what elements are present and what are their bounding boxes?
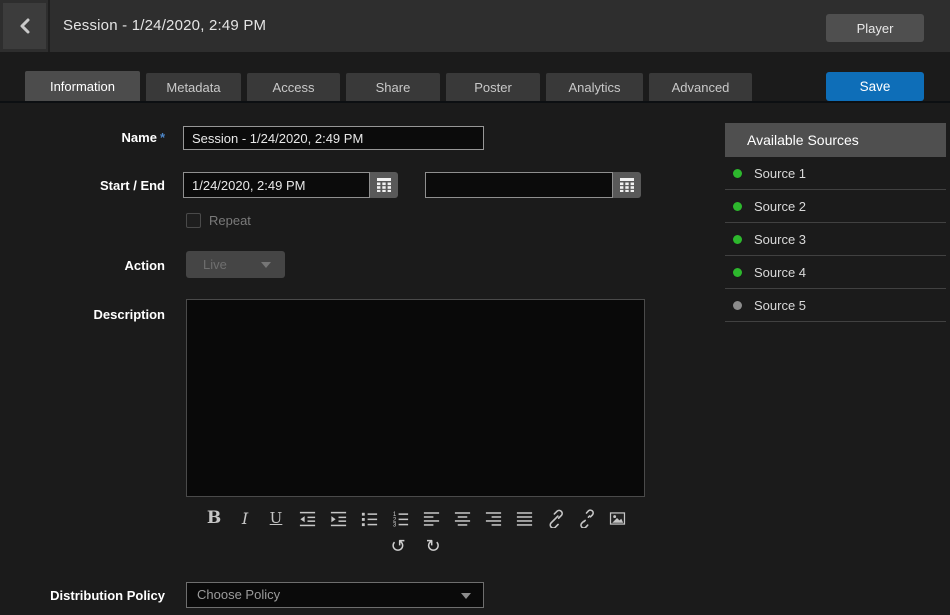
undo-redo-toolbar: ↺ ↻ [186, 534, 645, 558]
source-status-dot [733, 202, 742, 211]
end-calendar-button[interactable] [613, 172, 641, 198]
source-label: Source 5 [754, 298, 806, 313]
start-end-label: Start / End [0, 178, 165, 193]
align-right-icon [484, 509, 503, 528]
chevron-left-icon [17, 17, 33, 35]
available-sources-panel: Available Sources Source 1 Source 2 Sour… [725, 123, 946, 322]
tab-bar: Information Metadata Access Share Poster… [25, 73, 752, 101]
source-label: Source 2 [754, 199, 806, 214]
source-status-dot [733, 235, 742, 244]
align-center-button[interactable] [452, 506, 473, 530]
description-textarea[interactable] [186, 299, 645, 497]
rich-text-toolbar: B I U [186, 506, 645, 530]
tab-share[interactable]: Share [346, 73, 440, 101]
name-label: Name* [0, 130, 165, 145]
distribution-policy-select[interactable]: Choose Policy [186, 582, 484, 608]
header-bar: Session - 1/24/2020, 2:49 PM Player [0, 0, 950, 52]
numbered-list-icon: 1 2 3 [391, 509, 410, 528]
action-select: Live [186, 251, 285, 278]
align-left-icon [422, 509, 441, 528]
bullet-list-icon [360, 509, 379, 528]
source-status-dot [733, 301, 742, 310]
image-icon [608, 509, 627, 528]
source-row-3[interactable]: Source 3 [725, 223, 946, 256]
tab-information[interactable]: Information [25, 71, 140, 101]
source-label: Source 4 [754, 265, 806, 280]
calendar-icon [376, 177, 392, 193]
tab-access[interactable]: Access [247, 73, 340, 101]
name-input[interactable] [183, 126, 484, 150]
chevron-down-icon [261, 262, 271, 268]
header-divider [48, 0, 50, 52]
distribution-policy-value: Choose Policy [197, 587, 280, 602]
align-right-button[interactable] [483, 506, 504, 530]
start-calendar-button[interactable] [370, 172, 398, 198]
source-row-1[interactable]: Source 1 [725, 157, 946, 190]
source-label: Source 3 [754, 232, 806, 247]
action-label: Action [0, 258, 165, 273]
indent-button[interactable] [328, 506, 349, 530]
calendar-icon [619, 177, 635, 193]
save-button[interactable]: Save [826, 72, 924, 101]
chevron-down-icon [461, 593, 471, 599]
source-label: Source 1 [754, 166, 806, 181]
outdent-button[interactable] [297, 506, 318, 530]
justify-icon [515, 509, 534, 528]
source-row-4[interactable]: Source 4 [725, 256, 946, 289]
back-button[interactable] [3, 3, 46, 49]
tab-poster[interactable]: Poster [446, 73, 540, 101]
align-left-button[interactable] [421, 506, 442, 530]
bold-button[interactable]: B [204, 506, 225, 530]
outdent-icon [298, 509, 317, 528]
link-button[interactable] [545, 506, 566, 530]
action-value: Live [203, 257, 227, 272]
undo-button[interactable]: ↺ [388, 534, 409, 558]
unlink-icon [577, 509, 596, 528]
unlink-button[interactable] [576, 506, 597, 530]
italic-button[interactable]: I [235, 506, 256, 530]
link-icon [546, 509, 565, 528]
numbered-list-button[interactable]: 1 2 3 [390, 506, 411, 530]
page-title: Session - 1/24/2020, 2:49 PM [63, 0, 266, 52]
bullet-list-button[interactable] [359, 506, 380, 530]
source-status-dot [733, 169, 742, 178]
tab-metadata[interactable]: Metadata [146, 73, 241, 101]
end-date-input[interactable] [425, 172, 613, 198]
underline-button[interactable]: U [266, 506, 287, 530]
source-row-2[interactable]: Source 2 [725, 190, 946, 223]
repeat-label: Repeat [209, 213, 251, 228]
repeat-checkbox[interactable] [186, 213, 201, 228]
insert-image-button[interactable] [607, 506, 628, 530]
tab-analytics[interactable]: Analytics [546, 73, 643, 101]
redo-button[interactable]: ↻ [423, 534, 444, 558]
start-date-input[interactable] [183, 172, 370, 198]
align-center-icon [453, 509, 472, 528]
indent-icon [329, 509, 348, 528]
tab-advanced[interactable]: Advanced [649, 73, 752, 101]
svg-text:3: 3 [392, 521, 396, 527]
tab-underline [0, 101, 950, 103]
justify-button[interactable] [514, 506, 535, 530]
source-status-dot [733, 268, 742, 277]
available-sources-header: Available Sources [725, 123, 946, 157]
required-asterisk: * [160, 130, 165, 145]
distribution-policy-label: Distribution Policy [0, 588, 165, 603]
player-button[interactable]: Player [826, 14, 924, 42]
source-row-5[interactable]: Source 5 [725, 289, 946, 322]
description-label: Description [0, 307, 165, 322]
